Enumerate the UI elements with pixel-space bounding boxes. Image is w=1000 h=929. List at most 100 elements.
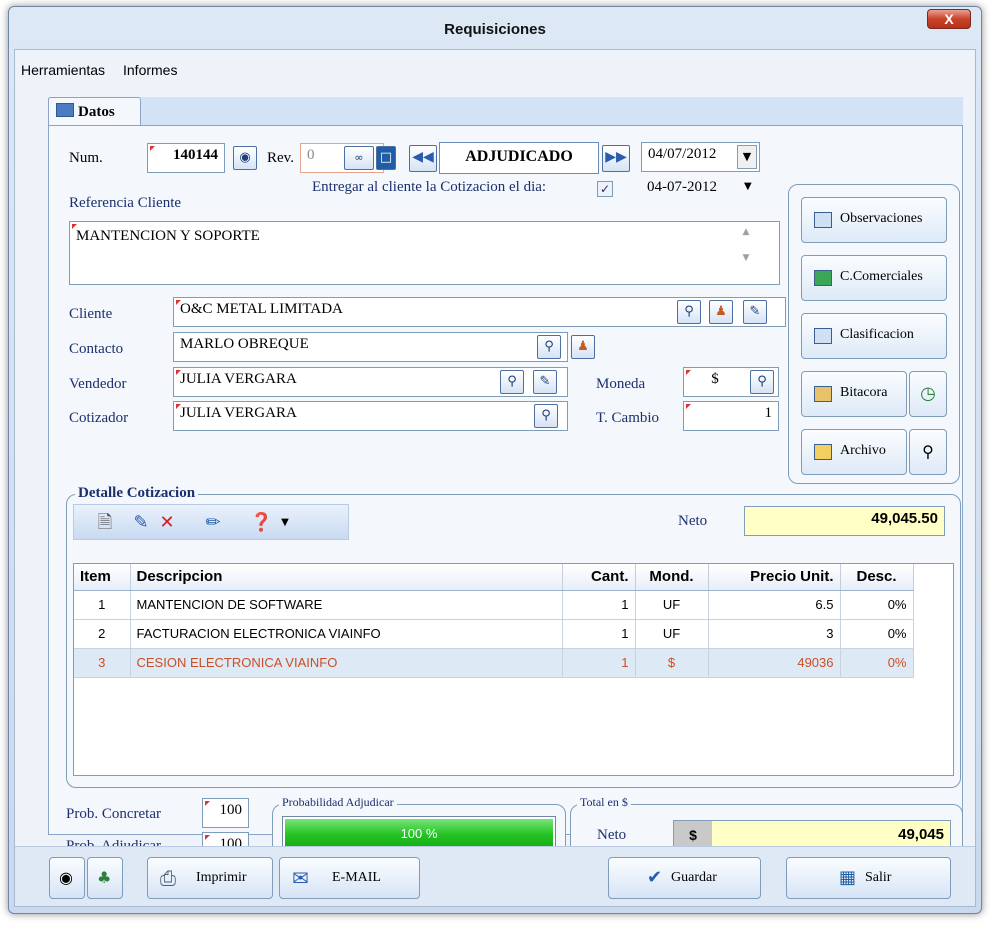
copy-icon[interactable]: □ — [376, 146, 396, 170]
binoculars-icon: ◉ — [59, 868, 73, 887]
num-label: Num. — [69, 150, 103, 166]
col-desc[interactable]: Desc. — [840, 564, 914, 591]
archivo-button[interactable]: Archivo — [801, 429, 907, 475]
total-neto-label: Neto — [597, 827, 627, 843]
email-button[interactable]: ✉ E-MAIL — [279, 857, 420, 899]
detalle-title: Detalle Cotizacion — [75, 485, 199, 502]
edit-icon[interactable]: ✎ — [130, 512, 152, 534]
cell-desc: 0% — [840, 648, 914, 678]
find-button[interactable]: ◉ — [49, 857, 85, 899]
date-value: 04/07/2012 — [648, 146, 717, 162]
side-actions: Observaciones C.Comerciales Clasificacio… — [788, 184, 960, 484]
col-precio[interactable]: Precio Unit. — [708, 564, 841, 591]
cell-mond: UF — [635, 590, 709, 620]
edit-icon[interactable]: ✎ — [743, 300, 767, 324]
progress-text: 100 % — [400, 826, 438, 841]
cell-cant: 1 — [562, 619, 636, 649]
previous-icon[interactable]: ◀◀ — [409, 145, 437, 172]
date-picker[interactable]: 04/07/2012 ▼ — [641, 142, 760, 172]
comerciales-label: C.Comerciales — [840, 269, 923, 284]
neto-value: 49,045.50 — [744, 506, 945, 536]
search-icon[interactable]: ⚲ — [677, 300, 701, 324]
help-icon[interactable]: ❓ — [250, 512, 272, 534]
chart-edit-icon[interactable]: ✏ — [202, 512, 224, 534]
imprimir-button[interactable]: ⎙ Imprimir — [147, 857, 273, 899]
deliver-label: Entregar al cliente la Cotizacion el dia… — [312, 179, 547, 195]
money-icon — [814, 270, 832, 286]
comerciales-button[interactable]: C.Comerciales — [801, 255, 947, 301]
clock-icon[interactable]: ◷ — [909, 371, 947, 417]
tab-strip: Datos — [48, 97, 963, 129]
concretar-field[interactable]: 100 — [202, 798, 249, 828]
contacto-field[interactable]: MARLO OBREQUE — [173, 332, 568, 362]
clasificacion-button[interactable]: Clasificacion — [801, 313, 947, 359]
chevron-down-icon[interactable]: ▼ — [744, 181, 752, 192]
edit-icon[interactable]: ✎ — [533, 370, 557, 394]
close-button[interactable]: X — [927, 9, 971, 29]
concretar-label: Prob. Concretar — [66, 806, 161, 822]
users-icon[interactable]: ♟ — [571, 335, 595, 359]
observaciones-button[interactable]: Observaciones — [801, 197, 947, 243]
cell-precio: 49036 — [708, 648, 841, 678]
email-icon: ✉ — [292, 866, 309, 890]
link-icon[interactable]: ∞ — [344, 146, 374, 170]
col-cant[interactable]: Cant. — [562, 564, 636, 591]
form-icon — [56, 103, 74, 117]
table-row[interactable]: 2 FACTURACION ELECTRONICA VIAINFO 1 UF 3… — [74, 619, 914, 649]
bitacora-label: Bitacora — [840, 385, 888, 400]
cambio-label: T. Cambio — [596, 410, 660, 426]
neto-label: Neto — [678, 513, 708, 529]
table-row[interactable]: 1 MANTENCION DE SOFTWARE 1 UF 6.5 0% — [74, 590, 914, 620]
num-field[interactable]: 140144 — [147, 143, 225, 173]
chevron-down-icon[interactable]: ▼ — [274, 512, 296, 534]
cell-desc: 0% — [840, 619, 914, 649]
cell-cant: 1 — [562, 590, 636, 620]
search-icon[interactable]: ⚲ — [534, 404, 558, 428]
textarea-scrollbar[interactable]: ▲ ▼ — [737, 223, 755, 282]
guardar-button[interactable]: ✔ Guardar — [608, 857, 761, 899]
cell-desc: 0% — [840, 590, 914, 620]
cell-precio: 6.5 — [708, 590, 841, 620]
menu-herramientas[interactable]: Herramientas — [21, 62, 105, 78]
title-bar[interactable]: Requisiciones X — [9, 7, 981, 49]
printer-icon: ⎙ — [160, 866, 176, 890]
users-icon[interactable]: ♟ — [709, 300, 733, 324]
action-bar: ◉ ♣ ⎙ Imprimir ✉ E-MAIL ✔ Guardar ▦ Sali… — [15, 846, 975, 906]
total-value: 49,045 — [898, 826, 944, 843]
col-descripcion[interactable]: Descripcion — [130, 564, 563, 591]
cotizador-label: Cotizador — [69, 410, 129, 426]
folder-icon — [814, 444, 832, 460]
next-icon[interactable]: ▶▶ — [602, 145, 630, 172]
cell-mond: UF — [635, 619, 709, 649]
detalle-grid: Item Descripcion Cant. Mond. Precio Unit… — [73, 563, 954, 776]
cell-item: 3 — [74, 648, 131, 678]
reference-label: Referencia Cliente — [69, 195, 182, 211]
requisiciones-window: Requisiciones X Herramientas Informes Da… — [8, 6, 982, 914]
grid-header: Item Descripcion Cant. Mond. Precio Unit… — [74, 564, 914, 591]
table-row-selected[interactable]: 3 CESION ELECTRONICA VIAINFO 1 $ 49036 0… — [74, 648, 914, 678]
search-icon[interactable]: ⚲ — [500, 370, 524, 394]
new-document-icon[interactable]: 🗎 — [94, 512, 116, 534]
col-item[interactable]: Item — [74, 564, 131, 591]
search-icon[interactable]: ⚲ — [537, 335, 561, 359]
tree-button[interactable]: ♣ — [87, 857, 123, 899]
search-icon[interactable]: ⚲ — [750, 370, 774, 394]
deliver-date[interactable]: 04-07-2012 — [647, 179, 717, 196]
bitacora-button[interactable]: Bitacora — [801, 371, 907, 417]
col-mond[interactable]: Mond. — [635, 564, 709, 591]
delete-icon[interactable]: ✕ — [156, 512, 178, 534]
menu-informes[interactable]: Informes — [123, 62, 177, 78]
vendedor-label: Vendedor — [69, 376, 127, 392]
rev-value: 0 — [307, 147, 315, 163]
cell-descripcion: FACTURACION ELECTRONICA VIAINFO — [130, 619, 563, 649]
binoculars-icon[interactable]: ◉ — [233, 146, 257, 170]
deliver-checkbox[interactable]: ✓ — [597, 181, 613, 197]
attach-icon[interactable]: ⚲ — [909, 429, 947, 475]
cell-precio: 3 — [708, 619, 841, 649]
cotizador-field[interactable]: JULIA VERGARA — [173, 401, 568, 431]
cambio-field[interactable]: 1 — [683, 401, 779, 431]
reference-textarea[interactable]: MANTENCION Y SOPORTE — [69, 221, 780, 285]
chevron-down-icon[interactable]: ▼ — [737, 145, 757, 169]
salir-label: Salir — [865, 870, 892, 885]
salir-button[interactable]: ▦ Salir — [786, 857, 951, 899]
